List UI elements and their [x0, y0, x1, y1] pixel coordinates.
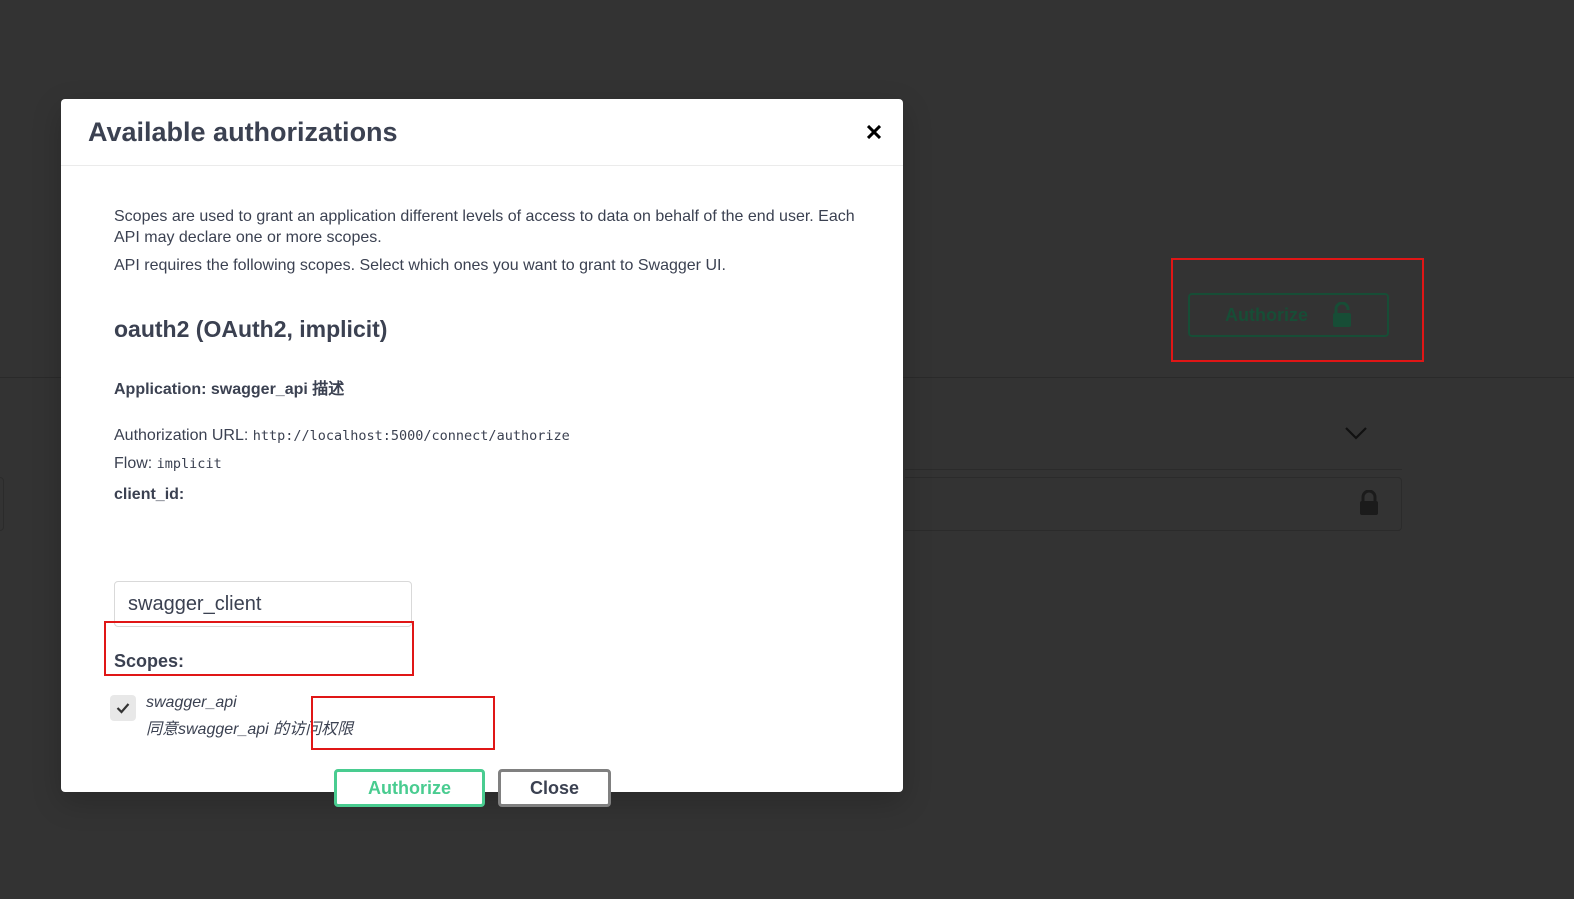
- authorization-url-label: Authorization URL:: [114, 427, 253, 444]
- highlight-box-background-authorize: [1171, 258, 1424, 362]
- client-id-label: client_id:: [114, 486, 185, 503]
- highlight-box-authorize: [311, 696, 495, 750]
- scopes-request-description: API requires the following scopes. Selec…: [114, 257, 726, 274]
- scope-name: swagger_api: [146, 694, 237, 711]
- close-icon[interactable]: [863, 121, 885, 143]
- authorization-url-line: Authorization URL: http://localhost:5000…: [114, 427, 570, 445]
- scope-checkbox[interactable]: [110, 695, 136, 721]
- modal-header: Available authorizations: [61, 99, 903, 166]
- flow-line: Flow: implicit: [114, 455, 222, 473]
- flow-value: implicit: [156, 456, 222, 472]
- check-icon: [116, 703, 130, 714]
- background-operation-row[interactable]: [905, 477, 1402, 531]
- authorize-button[interactable]: Authorize: [334, 769, 485, 807]
- background-section-divider: [905, 469, 1402, 470]
- authorization-url: http://localhost:5000/connect/authorize: [252, 428, 570, 444]
- lock-icon[interactable]: [1359, 490, 1379, 516]
- background-operation-edge: [0, 477, 4, 531]
- authorization-modal: Available authorizations Scopes are used…: [61, 99, 903, 807]
- close-button[interactable]: Close: [498, 769, 611, 807]
- application-name: Application: swagger_api 描述: [114, 381, 345, 398]
- scopes-description: Scopes are used to grant an application …: [114, 208, 855, 246]
- highlight-box-scope: [104, 621, 414, 676]
- scheme-title: oauth2 (OAuth2, implicit): [114, 316, 388, 342]
- flow-label: Flow:: [114, 455, 157, 472]
- modal-title: Available authorizations: [88, 116, 398, 147]
- chevron-down-icon[interactable]: [1344, 426, 1368, 440]
